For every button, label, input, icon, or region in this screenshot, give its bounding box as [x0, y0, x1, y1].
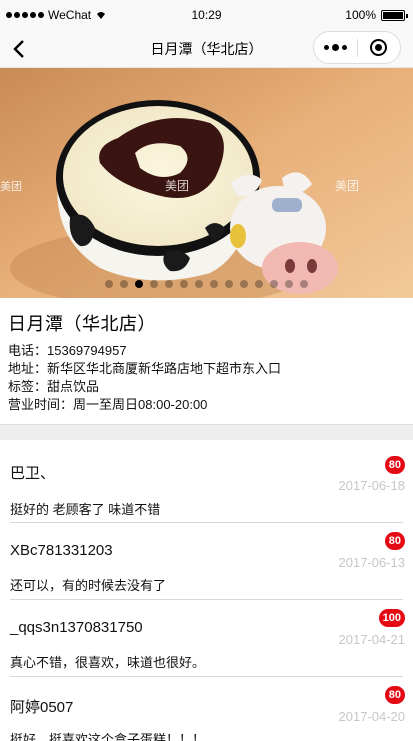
review-date: 2017-06-13 — [338, 555, 406, 570]
status-right: 100% — [345, 8, 408, 22]
review-date: 2017-04-21 — [338, 632, 406, 647]
tag-label: 标签： — [8, 379, 48, 394]
carousel-dot — [165, 280, 173, 288]
hours-row: 营业时间：周一至周日08:00-20:00 — [8, 396, 405, 414]
address-value: 新华区华北商厦新华路店地下超市东入口 — [47, 361, 282, 376]
svg-text:美团: 美团 — [335, 179, 359, 193]
tag-value: 甜点饮品 — [47, 379, 100, 394]
carousel-dot — [210, 280, 218, 288]
review-item: 巴卫、 80 2017-06-18 挺好的 老顾客了 味道不错 — [10, 440, 406, 523]
carousel-dot — [105, 280, 113, 288]
review-item: XBc781331203 80 2017-06-13 还可以，有的时候去没有了 — [10, 523, 406, 600]
carousel-dot — [285, 280, 293, 288]
phone-row[interactable]: 电话：15369794957 — [8, 342, 405, 360]
reviewer-name: 阿婷0507 — [10, 699, 74, 716]
battery-percent: 100% — [345, 8, 376, 22]
phone-value[interactable]: 15369794957 — [47, 343, 127, 358]
hours-value: 周一至周日08:00-20:00 — [73, 397, 208, 412]
carousel-dot — [270, 280, 278, 288]
tag-row: 标签：甜点饮品 — [8, 378, 405, 396]
review-list[interactable]: 巴卫、 80 2017-06-18 挺好的 老顾客了 味道不错 XBc78133… — [0, 440, 413, 741]
review-date: 2017-06-18 — [338, 478, 406, 493]
svg-text:美团: 美团 — [0, 180, 22, 193]
carousel-dot — [300, 280, 308, 288]
score-badge: 100 — [378, 609, 405, 627]
section-divider — [0, 424, 413, 440]
address-row: 地址：新华区华北商厦新华路店地下超市东入口 — [8, 360, 405, 378]
review-text: 还可以，有的时候去没有了 — [10, 578, 167, 593]
shop-name: 日月潭（华北店） — [8, 314, 156, 334]
shop-photo-carousel[interactable]: 美团 美团 美团 — [0, 68, 413, 298]
cow-pudding-photo: 美团 美团 美团 — [0, 68, 413, 298]
carousel-dot — [240, 280, 248, 288]
svg-text:美团: 美团 — [165, 179, 189, 193]
carousel-indicator — [0, 280, 413, 288]
carousel-dot — [120, 280, 128, 288]
carousel-dot — [195, 280, 203, 288]
carousel-dot — [180, 280, 188, 288]
address-label: 地址： — [8, 361, 48, 376]
hours-label: 营业时间： — [8, 397, 74, 412]
more-menu-icon[interactable] — [314, 32, 357, 63]
battery-icon — [381, 9, 408, 21]
close-mini-program-icon[interactable] — [358, 32, 400, 63]
status-bar: WeChat 10:29 100% — [0, 0, 413, 30]
carousel-dot — [225, 280, 233, 288]
reviewer-name: XBc781331203 — [10, 542, 113, 559]
review-item: 阿婷0507 80 2017-04-20 挺好，挺喜欢这个盒子蛋糕！！！ — [10, 677, 406, 741]
score-badge: 80 — [384, 686, 405, 704]
mini-program-capsule — [313, 31, 401, 64]
score-badge: 80 — [384, 456, 405, 474]
review-text: 挺好，挺喜欢这个盒子蛋糕！！！ — [10, 732, 206, 741]
carousel-dot — [150, 280, 158, 288]
phone-label: 电话： — [8, 343, 48, 358]
nav-bar: 日月潭（华北店） — [0, 30, 413, 68]
review-date: 2017-04-20 — [338, 709, 406, 724]
shop-info: 日月潭（华北店） 电话：15369794957 地址：新华区华北商厦新华路店地下… — [0, 298, 413, 424]
reviewer-name: 巴卫、 — [10, 465, 56, 482]
carousel-dot — [135, 280, 143, 288]
review-text: 真心不错，很喜欢，味道也很好。 — [10, 655, 206, 670]
review-item: _qqs3n1370831750 100 2017-04-21 真心不错，很喜欢… — [10, 600, 406, 677]
score-badge: 80 — [384, 532, 405, 550]
carousel-dot — [255, 280, 263, 288]
reviewer-name: _qqs3n1370831750 — [10, 619, 143, 636]
review-text: 挺好的 老顾客了 味道不错 — [10, 502, 161, 517]
